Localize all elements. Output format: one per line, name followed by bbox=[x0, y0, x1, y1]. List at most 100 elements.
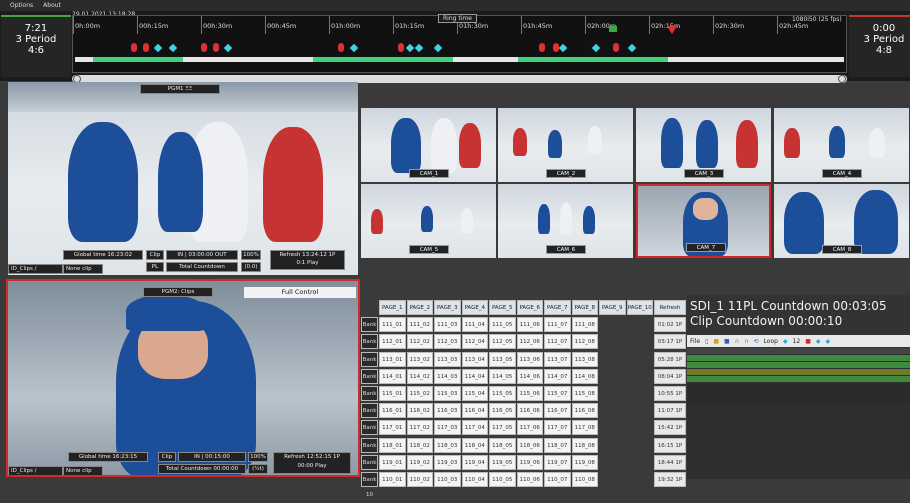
page-tab[interactable]: PAGE_3 bbox=[434, 300, 461, 315]
camera-thumb-7-selected[interactable]: CAM_7 bbox=[636, 184, 771, 258]
clip-cell[interactable]: 114_04 bbox=[461, 368, 488, 384]
clip-cell[interactable]: 112_01 bbox=[379, 334, 406, 350]
clip-cell[interactable]: 114_05 bbox=[489, 368, 516, 384]
clip-cell[interactable]: 119_06 bbox=[516, 454, 543, 470]
event-marker[interactable] bbox=[168, 43, 178, 53]
clip-cell[interactable]: 113_04 bbox=[461, 351, 488, 367]
menu-about[interactable]: About bbox=[43, 2, 61, 9]
clip-cell[interactable]: 115_07 bbox=[544, 386, 571, 401]
clip-cell[interactable]: 117_07 bbox=[544, 420, 571, 436]
event-marker[interactable] bbox=[153, 43, 163, 53]
camera-thumb-6[interactable]: CAM_6 bbox=[498, 184, 633, 258]
clip-cell[interactable]: 111_08 bbox=[571, 317, 598, 333]
event-marker[interactable] bbox=[558, 43, 568, 53]
clip-cell[interactable]: 113_01 bbox=[379, 351, 406, 367]
clip-cell[interactable]: 113_03 bbox=[434, 351, 461, 367]
clip-cell[interactable]: 116_04 bbox=[461, 403, 488, 419]
clip-cell[interactable]: 118_01 bbox=[379, 437, 406, 453]
playhead-marker[interactable] bbox=[667, 26, 677, 34]
clip-segment[interactable] bbox=[518, 57, 668, 62]
goal-marker[interactable] bbox=[201, 43, 207, 52]
clip-cell[interactable]: 111_05 bbox=[489, 317, 516, 333]
loop-icon[interactable]: ⟲ bbox=[754, 338, 759, 345]
page-tab[interactable]: PAGE_9 bbox=[599, 300, 626, 315]
clip-cell[interactable]: 119_01 bbox=[379, 454, 406, 470]
diamond-icon[interactable]: ◆ bbox=[783, 338, 788, 345]
clip-cell[interactable]: 117_05 bbox=[489, 420, 516, 436]
clip-cell[interactable]: 118_04 bbox=[461, 437, 488, 453]
save-icon[interactable]: ■ bbox=[724, 338, 730, 345]
folder-icon[interactable]: ■ bbox=[713, 338, 719, 345]
clip-in-out[interactable]: IN | 00:15:00 bbox=[178, 452, 246, 462]
clip-cell[interactable]: 119_08 bbox=[571, 454, 598, 470]
clip-cell[interactable]: 112_08 bbox=[571, 334, 598, 350]
event-marker[interactable] bbox=[223, 43, 233, 53]
playlist-row[interactable] bbox=[687, 390, 910, 396]
clip-cell[interactable]: 118_08 bbox=[571, 437, 598, 453]
clip-cell[interactable]: 112_03 bbox=[434, 334, 461, 350]
clip-cell[interactable]: 116_03 bbox=[434, 403, 461, 419]
clip-cell[interactable]: 118_07 bbox=[544, 437, 571, 453]
clip-cell[interactable]: 114_08 bbox=[571, 368, 598, 384]
in-point-marker[interactable] bbox=[609, 26, 617, 32]
event-marker[interactable] bbox=[405, 43, 415, 53]
clip-track[interactable] bbox=[75, 57, 844, 62]
camera-thumb-2[interactable]: CAM_2 bbox=[498, 108, 633, 182]
clip-cell[interactable]: 110_03 bbox=[434, 472, 461, 487]
clip-cell[interactable]: 111_02 bbox=[406, 317, 433, 333]
page-tab[interactable]: PAGE_4 bbox=[461, 300, 488, 315]
clip-cell[interactable]: 112_05 bbox=[489, 334, 516, 350]
clip-cell[interactable]: 118_06 bbox=[516, 437, 543, 453]
timeline-ruler[interactable]: 0h:00m 00h:15m 00h:30m 00h:45m 01h:00m 0… bbox=[72, 15, 847, 73]
clip-cell[interactable]: 116_08 bbox=[571, 403, 598, 419]
scroll-handle-right[interactable] bbox=[838, 75, 846, 83]
clip-cell[interactable]: 117_03 bbox=[434, 420, 461, 436]
clip-cell[interactable]: 118_03 bbox=[434, 437, 461, 453]
page-icon[interactable]: ▯ bbox=[705, 338, 708, 345]
clip-cell[interactable]: 111_06 bbox=[516, 317, 543, 333]
loop-toggle[interactable]: Loop bbox=[764, 338, 778, 345]
event-marker[interactable] bbox=[591, 43, 601, 53]
clip-cell[interactable]: 110_01 bbox=[379, 472, 406, 487]
page-tab[interactable]: PAGE_6 bbox=[516, 300, 543, 315]
clip-cell[interactable]: 116_07 bbox=[544, 403, 571, 419]
event-marker[interactable] bbox=[414, 43, 424, 53]
clip-cell[interactable]: 118_05 bbox=[489, 437, 516, 453]
page-tab[interactable]: PAGE_8 bbox=[571, 300, 598, 315]
playlist-row[interactable] bbox=[687, 383, 910, 389]
clip-cell[interactable]: 119_02 bbox=[406, 454, 433, 470]
camera-thumb-1[interactable]: CAM_1 bbox=[361, 108, 496, 182]
page-tab[interactable]: PAGE_1 bbox=[379, 300, 406, 315]
page-tab[interactable]: PAGE_2 bbox=[406, 300, 433, 315]
camera-thumb-3[interactable]: CAM_3 bbox=[636, 108, 771, 182]
clip-cell[interactable]: 117_04 bbox=[461, 420, 488, 436]
playlist-row[interactable] bbox=[687, 397, 910, 403]
clip-cell[interactable]: 110_02 bbox=[406, 472, 433, 487]
clip-cell[interactable]: 114_02 bbox=[406, 368, 433, 384]
clip-cell[interactable]: 112_04 bbox=[461, 334, 488, 350]
clip-segment[interactable] bbox=[93, 57, 183, 62]
clip-in-out[interactable]: IN | 03:00:00 OUT bbox=[166, 250, 238, 260]
clip-cell[interactable]: 111_04 bbox=[461, 317, 488, 333]
page-tab[interactable]: PAGE_10 bbox=[626, 300, 653, 315]
event-marker[interactable] bbox=[627, 43, 637, 53]
clip-cell[interactable]: 116_05 bbox=[489, 403, 516, 419]
goal-marker[interactable] bbox=[338, 43, 344, 52]
clip-cell[interactable]: 115_08 bbox=[571, 386, 598, 401]
clip-cell[interactable]: 114_06 bbox=[516, 368, 543, 384]
file-menu[interactable]: File bbox=[690, 338, 700, 345]
camera-thumb-8[interactable]: CAM_8 bbox=[774, 184, 909, 258]
goal-marker[interactable] bbox=[398, 43, 404, 52]
full-control-button[interactable]: Full Control bbox=[244, 287, 356, 298]
camera-thumb-5[interactable]: CAM_5 bbox=[361, 184, 496, 258]
goal-marker[interactable] bbox=[539, 43, 545, 52]
clip-cell[interactable]: 110_08 bbox=[571, 472, 598, 487]
camera-thumb-4[interactable]: CAM_4 bbox=[774, 108, 909, 182]
program-player-2[interactable]: PGM2: Clips Full Control Global time 16:… bbox=[6, 279, 360, 477]
clip-cell[interactable]: 113_02 bbox=[406, 351, 433, 367]
goal-marker[interactable] bbox=[131, 43, 137, 52]
clip-cell[interactable]: 111_03 bbox=[434, 317, 461, 333]
headphones-icon[interactable]: ∩ bbox=[744, 338, 748, 345]
diamond-icon[interactable]: ◆ bbox=[826, 338, 831, 345]
clip-cell[interactable]: 115_03 bbox=[434, 386, 461, 401]
